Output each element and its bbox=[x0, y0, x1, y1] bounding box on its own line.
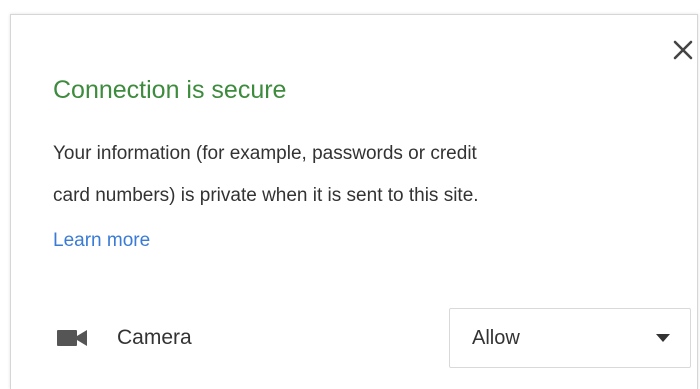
select-value: Allow bbox=[472, 327, 520, 349]
camera-icon bbox=[57, 330, 87, 346]
description-line-1: Your information (for example, passwords… bbox=[53, 143, 477, 164]
close-icon bbox=[673, 40, 693, 60]
connection-status-title: Connection is secure bbox=[53, 76, 287, 104]
camera-permission-select[interactable]: Allow bbox=[449, 308, 691, 368]
permission-label: Camera bbox=[117, 326, 192, 349]
caret-down-icon bbox=[656, 334, 670, 342]
learn-more-link[interactable]: Learn more bbox=[53, 223, 150, 259]
close-button[interactable] bbox=[668, 35, 698, 65]
site-info-popup: Connection is secure Your information (f… bbox=[10, 14, 698, 389]
connection-description: Your information (for example, passwords… bbox=[53, 133, 663, 217]
description-line-2: card numbers) is private when it is sent… bbox=[53, 185, 479, 206]
permission-row-camera: Camera Allow bbox=[53, 308, 693, 368]
